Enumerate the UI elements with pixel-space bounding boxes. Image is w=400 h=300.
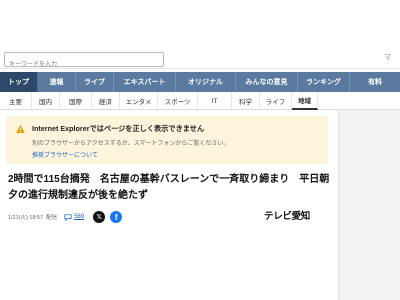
- category-it[interactable]: IT: [198, 92, 232, 110]
- tab-top[interactable]: トップ: [0, 72, 38, 92]
- browser-notice: Internet Explorerではページを正しく表示できません 別のブラウザ…: [6, 116, 328, 164]
- warning-icon: [16, 125, 25, 133]
- top-header: マ: [0, 0, 400, 72]
- x-share-icon[interactable]: 𝕏: [93, 211, 106, 223]
- main-nav: トップ 速報 ライブ エキスパート オリジナル みんなの意見 ランキング 有料: [0, 72, 400, 92]
- category-sports[interactable]: スポーツ: [158, 92, 198, 110]
- source-logo[interactable]: テレビ愛知: [264, 208, 310, 222]
- category-economy[interactable]: 経済: [92, 92, 120, 110]
- tab-opinions[interactable]: みんなの意見: [236, 72, 298, 92]
- category-international[interactable]: 国際: [60, 92, 92, 110]
- category-nav: 主要 国内 国際 経済 エンタメ スポーツ IT 科学 ライフ 地域: [0, 92, 400, 110]
- category-life[interactable]: ライフ: [260, 92, 292, 110]
- category-science[interactable]: 科学: [232, 92, 260, 110]
- tab-ranking[interactable]: ランキング: [298, 72, 350, 92]
- notice-body: 別のブラウザーからアクセスするか、スマートフォンからご覧ください。: [32, 141, 230, 147]
- comment-icon: [64, 213, 72, 221]
- comments-link[interactable]: 569: [64, 213, 85, 221]
- sidebar: [338, 110, 400, 300]
- header-edge-text: マ: [384, 54, 391, 61]
- category-entertainment[interactable]: エンタメ: [120, 92, 158, 110]
- article-meta: 1/21(火) 18:57 配信 569 𝕏 f: [8, 211, 123, 223]
- article-headline: 2時間で115台摘発 名古屋の基幹バスレーンで一斉取り締まり 平日朝夕の進行規制…: [8, 174, 330, 201]
- tab-breaking[interactable]: 速報: [38, 72, 76, 92]
- tab-expert[interactable]: エキスパート: [114, 72, 176, 92]
- tab-paid[interactable]: 有料: [350, 72, 400, 92]
- tab-original[interactable]: オリジナル: [176, 72, 236, 92]
- header-divider: [0, 68, 400, 69]
- delivered-label: 配信: [46, 215, 58, 221]
- search-box[interactable]: [4, 52, 164, 72]
- category-domestic[interactable]: 国内: [32, 92, 60, 110]
- article-datetime: 1/21(火) 18:57: [8, 215, 44, 221]
- search-input[interactable]: [5, 58, 163, 72]
- tab-live[interactable]: ライブ: [76, 72, 114, 92]
- notice-title: Internet Explorerではページを正しく表示できません: [32, 124, 205, 133]
- recommended-browsers-link[interactable]: 推奨ブラウザーについて: [32, 150, 98, 159]
- comment-count: 569: [74, 214, 85, 220]
- category-main[interactable]: 主要: [0, 92, 32, 110]
- facebook-share-icon[interactable]: f: [110, 211, 123, 223]
- category-local[interactable]: 地域: [292, 92, 318, 110]
